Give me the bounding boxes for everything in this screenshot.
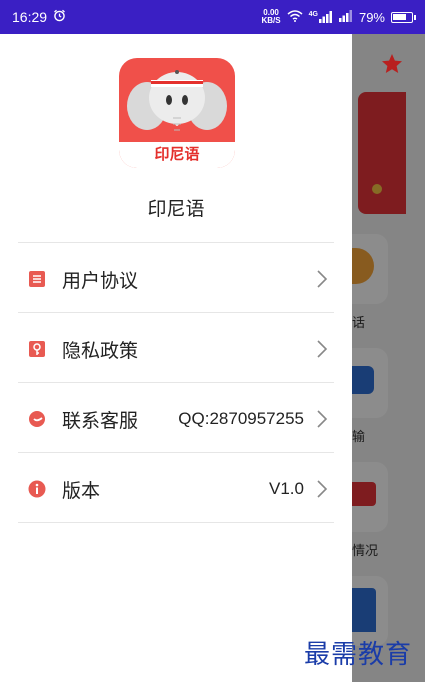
- star-icon: [382, 54, 402, 73]
- divider: [18, 242, 334, 243]
- menu-item-privacy-policy[interactable]: 隐私政策: [0, 314, 352, 384]
- divider: [18, 452, 334, 453]
- privacy-icon: [29, 341, 45, 357]
- status-right: 0.00 KB/S 4G 79%: [262, 9, 416, 25]
- menu-item-label: 版本: [62, 479, 101, 502]
- contact-icon: [29, 411, 45, 427]
- alarm-icon: [53, 9, 66, 25]
- chevron-right-icon: [317, 340, 328, 358]
- battery-percent: 79%: [358, 9, 385, 25]
- status-time: 16:29: [12, 9, 48, 25]
- navigation-drawer: 印尼语 印尼语 用户协议 隐私政策 联系客服 QQ:2870957255 版本 …: [0, 34, 352, 682]
- divider: [18, 312, 334, 313]
- version-value: V1.0: [269, 479, 304, 498]
- watermark: 最需教育: [304, 640, 413, 670]
- app-name: 印尼语: [147, 198, 205, 220]
- menu-item-label: 联系客服: [62, 409, 139, 432]
- battery-fill: [393, 13, 406, 20]
- divider: [18, 382, 334, 383]
- status-bar: 16:29 0.00 KB/S 4G 79%: [0, 0, 425, 34]
- chevron-right-icon: [317, 270, 328, 288]
- signal-icon-2: [338, 9, 353, 25]
- logo-text: 印尼语: [154, 145, 200, 163]
- battery-icon: [391, 11, 416, 23]
- network-type-label: 4G: [308, 11, 318, 18]
- chevron-right-icon: [317, 480, 328, 498]
- info-icon: [28, 480, 46, 498]
- menu-item-label: 用户协议: [62, 269, 139, 292]
- divider: [18, 522, 334, 523]
- menu-item-user-agreement[interactable]: 用户协议: [0, 244, 352, 314]
- chevron-right-icon: [317, 410, 328, 428]
- drawer-scrim[interactable]: [352, 34, 425, 682]
- app-logo: 印尼语: [119, 58, 235, 168]
- net-speed: 0.00 KB/S: [262, 9, 281, 25]
- document-icon: [29, 271, 45, 287]
- status-left: 16:29: [12, 9, 66, 25]
- net-speed-unit: KB/S: [261, 16, 281, 25]
- menu-item-label: 隐私政策: [62, 339, 139, 362]
- wifi-icon: [287, 9, 303, 25]
- menu-item-version[interactable]: 版本 V1.0: [0, 454, 352, 524]
- contact-qq-value: QQ:2870957255: [178, 409, 304, 428]
- menu-item-contact-service[interactable]: 联系客服 QQ:2870957255: [0, 384, 352, 454]
- signal-icon-1: 4G: [309, 11, 333, 23]
